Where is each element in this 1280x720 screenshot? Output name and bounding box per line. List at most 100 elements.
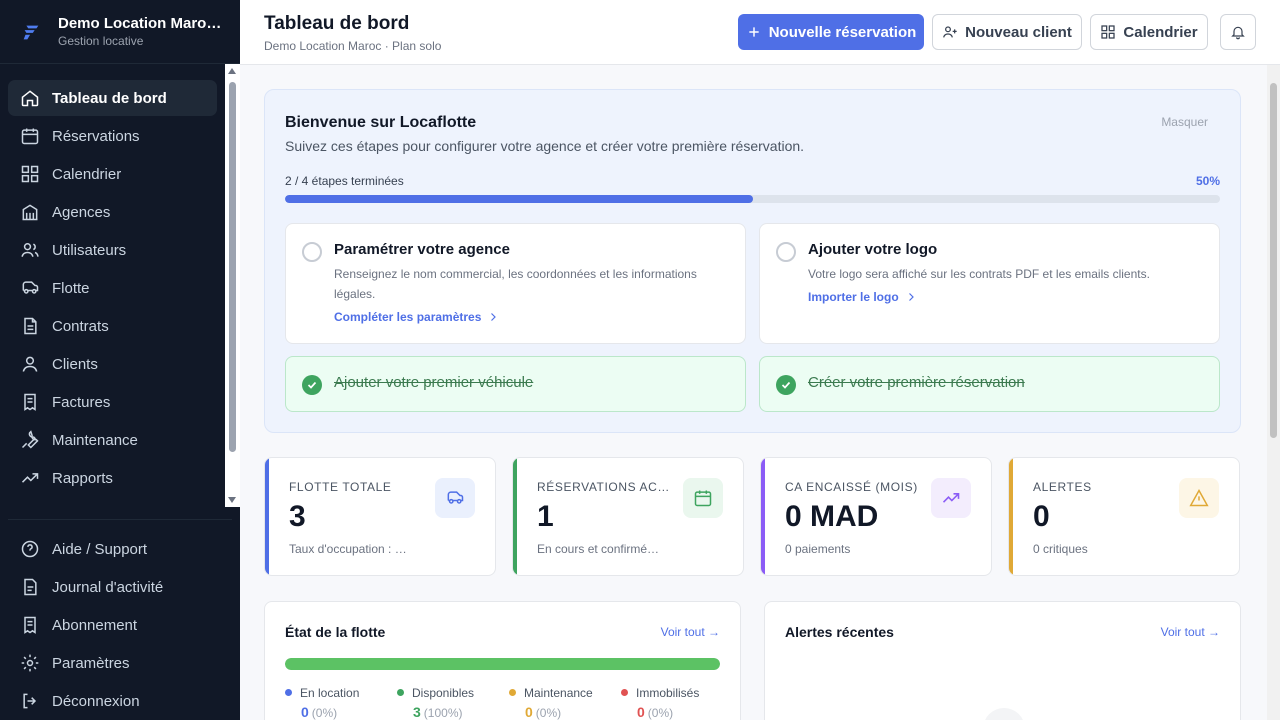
legend-maintenance: Maintenance 0 (0%) [509, 686, 593, 720]
notifications-button[interactable] [1220, 14, 1256, 50]
sidebar-item-label: Réservations [52, 127, 140, 145]
panel-title: État de la flotte [285, 624, 386, 640]
legend-dot [509, 689, 516, 697]
check-circle-icon [776, 375, 796, 395]
sidebar-item-label: Calendrier [52, 165, 122, 183]
sidebar-bottom-nav: Aide / Support Journal d'activité Abonne… [8, 519, 232, 720]
sidebar-item-activity-log[interactable]: Journal d'activité [8, 569, 232, 605]
sidebar-scroll-thumb[interactable] [229, 82, 236, 452]
receipt-icon [24, 393, 36, 411]
sidebar-item-calendar[interactable]: Calendrier [8, 156, 217, 192]
sidebar-item-agencies[interactable]: Agences [8, 194, 217, 230]
legend-value: 3 (100%) [413, 704, 474, 720]
fleet-available-fill [285, 658, 720, 670]
stat-label: RÉSERVATIONS AC… [537, 480, 670, 494]
add-user-icon [943, 26, 957, 38]
sidebar-scrollbar[interactable] [225, 64, 240, 507]
sidebar-item-label: Abonnement [52, 616, 138, 634]
wrench-icon [21, 430, 39, 449]
welcome-card: Bienvenue sur Locaflotte Suivez ces étap… [264, 89, 1241, 433]
hide-button[interactable]: Masquer [1161, 115, 1208, 129]
progress-fill [285, 195, 753, 203]
car-icon [22, 281, 39, 294]
legend-label: En location [300, 686, 360, 700]
sidebar-item-maintenance[interactable]: Maintenance [8, 422, 217, 458]
sidebar-item-invoices[interactable]: Factures [8, 384, 217, 420]
receipt-icon [24, 616, 36, 634]
fleet-see-all-link[interactable]: Voir tout → [661, 625, 720, 639]
sidebar-item-label: Flotte [52, 279, 90, 297]
grid-icon [21, 165, 39, 183]
brand-header[interactable]: Demo Location Maroc… Gestion locative [0, 0, 240, 64]
sidebar-item-label: Utilisateurs [52, 241, 127, 259]
stat-label: ALERTES [1033, 480, 1092, 494]
scroll-up-icon[interactable] [228, 68, 236, 74]
stat-icon-box [435, 478, 475, 518]
sidebar-item-reports[interactable]: Rapports [8, 460, 217, 496]
import-logo-link[interactable]: Importer le logo [808, 290, 917, 304]
sidebar-item-label: Rapports [52, 469, 113, 487]
stat-card-alerts[interactable]: ALERTES 0 0 critiques [1008, 457, 1240, 576]
sidebar-item-label: Agences [52, 203, 111, 221]
legend-count: 0 [525, 704, 533, 720]
brand-subtitle: Gestion locative [58, 34, 144, 48]
sidebar-item-label: Maintenance [52, 431, 138, 449]
stat-icon-box [1179, 478, 1219, 518]
bell-icon [1231, 26, 1245, 40]
step-first-reservation: Créer votre première réservation [759, 356, 1220, 412]
sidebar-item-reservations[interactable]: Réservations [8, 118, 217, 154]
scroll-down-icon[interactable] [228, 497, 236, 503]
recent-alerts-panel: Alertes récentes Voir tout → [764, 601, 1241, 720]
legend-label: Disponibles [412, 686, 475, 700]
sidebar-item-settings[interactable]: Paramètres [8, 645, 232, 681]
stat-value: 0 MAD [785, 500, 879, 533]
main-scrollbar[interactable] [1267, 65, 1280, 720]
legend-percent: (0%) [647, 706, 674, 720]
logout-icon [23, 693, 37, 709]
sidebar-item-contracts[interactable]: Contrats [8, 308, 217, 344]
stat-accent-bar [761, 458, 765, 575]
sidebar-item-logout[interactable]: Déconnexion [8, 683, 232, 719]
check-circle-icon [302, 375, 322, 395]
calendar-button[interactable]: Calendrier [1090, 14, 1208, 50]
legend-label: Immobilisés [636, 686, 700, 700]
stat-value: 0 [1033, 500, 1050, 533]
page-subtitle: Demo Location Maroc · Plan solo [264, 39, 442, 53]
sidebar-item-help[interactable]: Aide / Support [8, 531, 232, 567]
legend-dot [285, 689, 292, 697]
complete-settings-link[interactable]: Compléter les paramètres [334, 310, 499, 324]
alerts-see-all-link[interactable]: Voir tout → [1161, 625, 1220, 639]
chevron-right-icon [908, 293, 914, 301]
stat-card-reservations[interactable]: RÉSERVATIONS AC… 1 En cours et confirmé… [512, 457, 744, 576]
step-description: Votre logo sera affiché sur les contrats… [808, 267, 1150, 281]
stat-note: 0 critiques [1033, 542, 1088, 556]
calendar-icon [21, 128, 39, 145]
new-reservation-button[interactable]: Nouvelle réservation [738, 14, 924, 50]
sidebar-item-label: Journal d'activité [52, 578, 164, 596]
sidebar-item-label: Tableau de bord [52, 89, 167, 107]
legend-dot [621, 689, 628, 697]
stat-accent-bar [1009, 458, 1013, 575]
sidebar-item-dashboard[interactable]: Tableau de bord [8, 80, 217, 116]
stat-card-revenue[interactable]: CA ENCAISSÉ (MOIS) 0 MAD 0 paiements [760, 457, 992, 576]
legend-value: 0 (0%) [301, 704, 359, 720]
help-icon [21, 540, 39, 558]
stat-note: Taux d'occupation : … [289, 542, 407, 556]
sidebar-item-clients[interactable]: Clients [8, 346, 217, 382]
gear-icon [21, 654, 39, 672]
sidebar: Demo Location Maroc… Gestion locative Ta… [0, 0, 240, 720]
brand-logo-icon [23, 25, 39, 39]
legend-dot [397, 689, 404, 697]
main-scroll-thumb[interactable] [1270, 83, 1277, 438]
calendar-label: Calendrier [1123, 23, 1198, 41]
stat-value: 3 [289, 500, 306, 533]
sidebar-item-subscription[interactable]: Abonnement [8, 607, 232, 643]
brand-title: Demo Location Maroc… [58, 15, 222, 32]
step-first-vehicle: Ajouter votre premier véhicule [285, 356, 746, 412]
sidebar-item-fleet[interactable]: Flotte [8, 270, 217, 306]
stat-card-fleet[interactable]: FLOTTE TOTALE 3 Taux d'occupation : … [264, 457, 496, 576]
stat-label: CA ENCAISSÉ (MOIS) [785, 480, 918, 494]
sidebar-item-users[interactable]: Utilisateurs [8, 232, 217, 268]
new-client-button[interactable]: Nouveau client [932, 14, 1082, 50]
stat-icon-box [683, 478, 723, 518]
